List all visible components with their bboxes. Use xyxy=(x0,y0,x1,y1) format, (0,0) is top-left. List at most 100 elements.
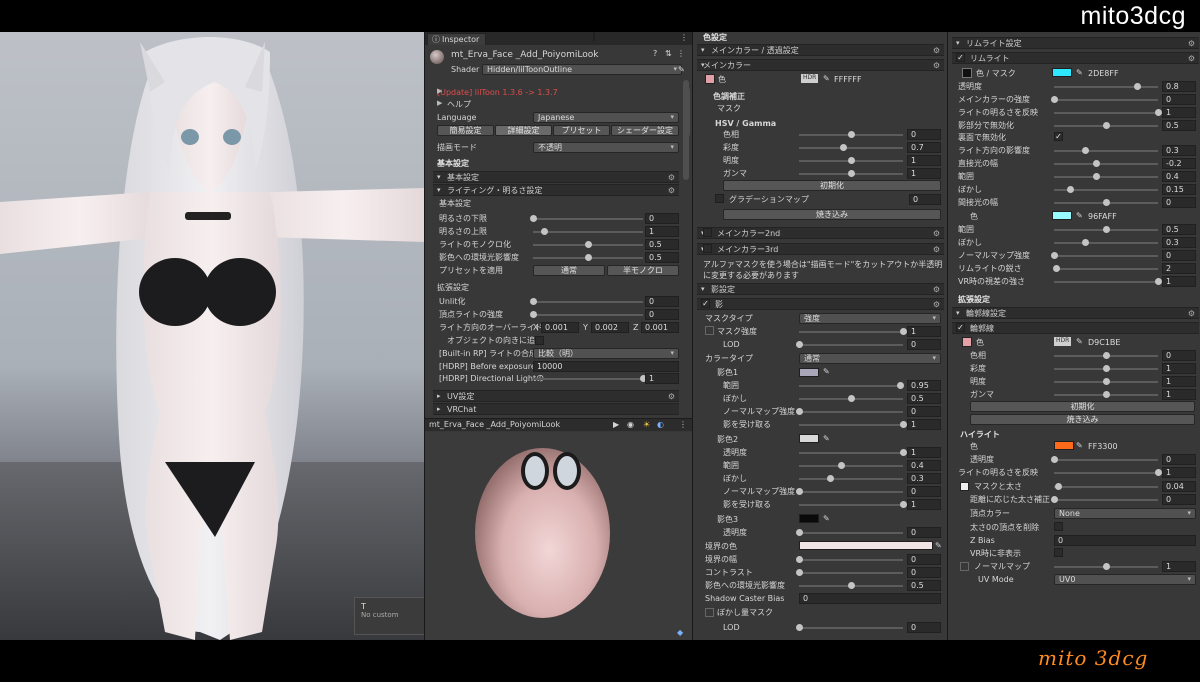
texture-icon[interactable] xyxy=(705,74,715,84)
mask-strength-field[interactable]: 1 xyxy=(907,326,941,337)
row-value-field[interactable]: 1 xyxy=(1162,389,1196,400)
row-value-field[interactable]: 0 xyxy=(907,406,941,417)
row-slider[interactable] xyxy=(1054,197,1158,209)
row-slider[interactable] xyxy=(530,309,643,321)
lod1-slider[interactable] xyxy=(796,339,903,351)
row-value-field[interactable]: 0.4 xyxy=(1162,171,1196,182)
row-value-field[interactable]: 0.3 xyxy=(907,473,941,484)
main2-foldout[interactable]: メインカラー2nd ⚙ xyxy=(697,227,944,239)
row-value-field[interactable]: 0.7 xyxy=(907,142,941,153)
gear-icon[interactable]: ⚙ xyxy=(1188,308,1195,319)
outline-foldout[interactable]: 輪郭線設定 ⚙ xyxy=(952,307,1199,319)
tab-shader-settings[interactable]: シェーダー設定 xyxy=(611,125,679,136)
row-slider[interactable] xyxy=(530,213,643,225)
eyedropper-icon[interactable]: ✎ xyxy=(1076,211,1083,220)
normal-slider[interactable] xyxy=(1054,561,1158,573)
row-slider[interactable] xyxy=(799,380,904,392)
eyedropper-icon[interactable]: ✎ xyxy=(823,434,830,443)
zbias-field[interactable]: 0 xyxy=(1054,535,1196,546)
row-slider[interactable] xyxy=(530,296,643,308)
row-value-field[interactable]: 2 xyxy=(1162,263,1196,274)
row-value-field[interactable]: 0.8 xyxy=(1162,81,1196,92)
object-dir-checkbox[interactable] xyxy=(535,336,544,345)
row-value-field[interactable]: 0 xyxy=(1162,350,1196,361)
more-icon[interactable]: ⋮ xyxy=(677,49,685,58)
help-icon[interactable]: ? xyxy=(653,49,657,58)
outline-checkbox[interactable]: ✓ xyxy=(956,323,965,332)
normal-field[interactable]: 1 xyxy=(1162,561,1196,572)
preset-normal-button[interactable]: 通常 xyxy=(533,265,605,276)
builtin-dropdown[interactable]: 比較（明） xyxy=(533,348,679,359)
help-foldout[interactable]: ヘルプ xyxy=(447,99,471,111)
width-slider[interactable] xyxy=(1054,481,1158,493)
gear-icon[interactable]: ⚙ xyxy=(668,391,675,402)
more-icon[interactable]: ⋮ xyxy=(679,420,687,429)
shadow3-swatch[interactable] xyxy=(799,514,819,523)
row-value-field[interactable]: 0 xyxy=(645,309,679,320)
row-value-field[interactable]: 0 xyxy=(1162,250,1196,261)
row-slider[interactable] xyxy=(1054,389,1158,401)
bake-button[interactable]: 焼き込み xyxy=(723,209,941,220)
row-value-field[interactable]: 0 xyxy=(907,129,941,140)
row-slider[interactable] xyxy=(1054,224,1158,236)
rim-checkbox[interactable]: ✓ xyxy=(956,53,965,62)
normal-tex-icon[interactable] xyxy=(960,562,969,571)
light-icon[interactable]: ☀ xyxy=(643,420,650,429)
row-slider[interactable] xyxy=(1054,81,1158,93)
row-value-field[interactable]: 0.5 xyxy=(645,239,679,250)
hl-alpha-field[interactable]: 0 xyxy=(1162,454,1196,465)
scene-viewport[interactable]: T No custom xyxy=(0,32,424,640)
eyedropper-icon[interactable]: ✎ xyxy=(823,514,830,523)
row-value-field[interactable]: 0 xyxy=(645,296,679,307)
hl-alpha-slider[interactable] xyxy=(1051,454,1158,466)
shadow-foldout[interactable]: 影設定 ⚙ xyxy=(697,283,944,295)
row-value-field[interactable]: 0.5 xyxy=(1162,120,1196,131)
row-slider[interactable] xyxy=(796,554,903,566)
row-slider[interactable] xyxy=(533,252,643,264)
shadow-checkbox[interactable]: ✓ xyxy=(701,299,710,308)
color-type-dropdown[interactable]: 通常 xyxy=(799,353,941,364)
row-value-field[interactable]: 0.5 xyxy=(907,580,941,591)
row-value-field[interactable]: 0 xyxy=(907,567,941,578)
hl-light-slider[interactable] xyxy=(1054,467,1162,479)
row-slider[interactable] xyxy=(799,460,903,472)
row-slider[interactable] xyxy=(1054,120,1158,132)
dist-slider[interactable] xyxy=(1051,494,1158,506)
gear-icon[interactable]: ⚙ xyxy=(933,284,940,295)
row-value-field[interactable]: 1 xyxy=(907,155,941,166)
tab-preset[interactable]: プリセット xyxy=(553,125,610,136)
shader-dropdown[interactable]: Hidden/lilToonOutline xyxy=(482,64,682,75)
gear-icon[interactable]: ⚙ xyxy=(1188,38,1195,49)
main2-checkbox[interactable] xyxy=(703,228,712,237)
row-value-field[interactable]: 0.95 xyxy=(907,380,941,391)
gear-icon[interactable]: ⚙ xyxy=(668,172,675,183)
row-slider[interactable] xyxy=(1054,158,1158,170)
row-slider[interactable] xyxy=(1051,250,1158,262)
eyedropper-icon[interactable]: ✎ xyxy=(1076,441,1083,450)
axis-field[interactable]: 0.001 xyxy=(641,322,679,333)
basic-foldout[interactable]: 基本設定 ⚙ xyxy=(433,171,679,183)
tab-simple[interactable]: 簡易設定 xyxy=(437,125,494,136)
row-value-field[interactable]: 0.5 xyxy=(907,393,941,404)
gear-icon[interactable]: ⚙ xyxy=(933,60,940,71)
row-slider[interactable] xyxy=(1051,94,1158,106)
row-slider[interactable] xyxy=(1054,276,1162,288)
row-slider[interactable] xyxy=(799,447,907,459)
row-slider[interactable] xyxy=(796,406,903,418)
play-icon[interactable]: ▶ xyxy=(613,420,619,429)
hl-color-hex[interactable]: FF3300 xyxy=(1088,441,1118,452)
main-color-swatch[interactable] xyxy=(593,32,595,41)
row-value-field[interactable]: 0 xyxy=(907,486,941,497)
lighting-foldout[interactable]: ライティング・明るさ設定 ⚙ xyxy=(433,184,679,196)
mask-tex-icon[interactable] xyxy=(705,326,714,335)
axis-field[interactable]: 0.002 xyxy=(591,322,629,333)
eyedropper-icon[interactable]: ✎ xyxy=(935,541,942,550)
row-slider[interactable] xyxy=(1054,184,1158,196)
vrchat-foldout[interactable]: VRChat xyxy=(433,403,679,415)
preset-semimono-button[interactable]: 半モノクロ xyxy=(607,265,679,276)
mask-strength-slider[interactable] xyxy=(799,326,907,338)
hdrp-before-field[interactable]: 10000 xyxy=(533,361,679,372)
row-value-field[interactable]: 1 xyxy=(1162,363,1196,374)
row-value-field[interactable]: 1 xyxy=(1162,376,1196,387)
row-value-field[interactable]: 0.4 xyxy=(907,460,941,471)
